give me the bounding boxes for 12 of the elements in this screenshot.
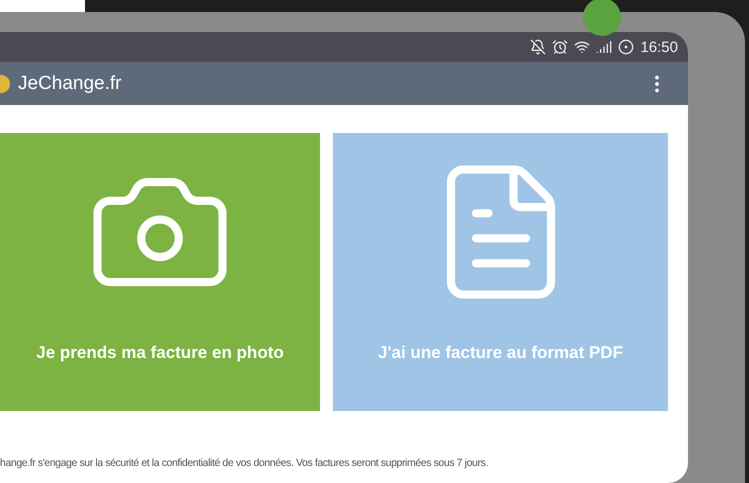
- app-title: JeChange.fr: [18, 72, 123, 94]
- photo-card[interactable]: Je prends ma facture en photo: [0, 133, 320, 411]
- signal-icon: [596, 39, 612, 55]
- status-time: 16:50: [640, 38, 678, 56]
- circle-icon: [618, 39, 634, 55]
- logo-icon: [0, 74, 10, 92]
- pdf-card[interactable]: J'ai une facture au format PDF: [333, 133, 668, 411]
- privacy-notice: hange.fr s'engage sur la sécurité et la confidentialité de vos données. Vos factures seront supprimées sous 7 jours.: [0, 457, 489, 469]
- alarm-clock-icon: [552, 39, 568, 55]
- mute-icon: [530, 39, 546, 55]
- dot-icon: [583, 0, 621, 36]
- wifi-icon: [574, 39, 590, 55]
